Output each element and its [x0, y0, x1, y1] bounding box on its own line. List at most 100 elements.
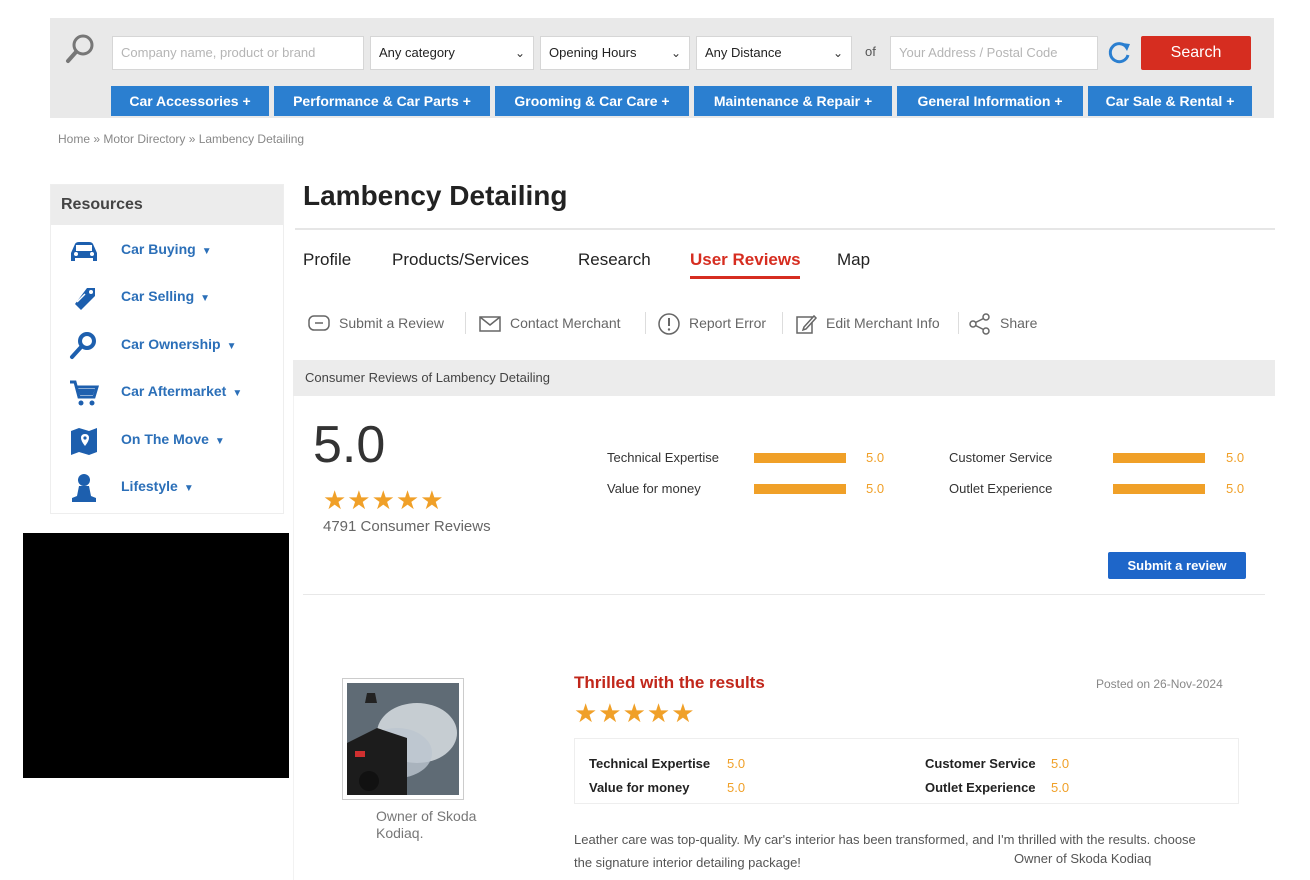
chevron-down-icon: ⌄	[670, 46, 681, 60]
category-tab-maintenance[interactable]: Maintenance & Repair +	[694, 86, 892, 116]
reviewer-owner-label: Owner of Skoda Kodiaq.	[376, 808, 477, 841]
metric-label: Technical Expertise	[607, 450, 719, 465]
category-tab-car-sale[interactable]: Car Sale & Rental +	[1088, 86, 1252, 116]
sidebar-item-car-buying[interactable]: Car Buying ▼	[67, 235, 277, 267]
metric-bar	[1113, 453, 1205, 463]
contact-merchant-action[interactable]: Contact Merchant	[478, 310, 621, 336]
edit-icon	[796, 315, 818, 335]
review-metric-label: Customer Service	[925, 756, 1036, 771]
overall-star-rating: ★★★★★	[323, 485, 445, 515]
category-tab-grooming[interactable]: Grooming & Car Care +	[495, 86, 689, 116]
chevron-down-icon: ⌄	[514, 46, 525, 60]
review-metric-label: Technical Expertise	[589, 756, 711, 771]
key-icon	[70, 332, 96, 359]
sidebar-item-label: Car Selling ▼	[121, 288, 211, 304]
opening-hours-value: Opening Hours	[549, 45, 637, 60]
review-metric-value: 5.0	[1051, 780, 1070, 795]
exclamation-icon	[658, 313, 680, 336]
sidebar-item-label: On The Move ▼	[121, 431, 225, 447]
review-metrics-box: Technical Expertise 5.0 Customer Service…	[574, 738, 1239, 804]
sidebar-item-label: Lifestyle ▼	[121, 478, 194, 494]
resources-sidebar: Resources Car Buying ▼ Car Selling ▼ Car O…	[50, 184, 284, 514]
tab-products-services[interactable]: Products/Services	[392, 250, 529, 270]
overall-score: 5.0	[313, 416, 386, 474]
share-action[interactable]: Share	[968, 310, 1037, 336]
metric-value: 5.0	[1226, 481, 1245, 496]
opening-hours-select[interactable]: Opening Hours ⌄	[540, 36, 690, 70]
chevron-down-icon: ⌄	[832, 46, 843, 60]
redacted-block	[23, 533, 289, 778]
sidebar-item-label: Car Buying ▼	[121, 241, 212, 257]
sidebar-item-car-ownership[interactable]: Car Ownership ▼	[67, 330, 277, 362]
review-metric-label: Outlet Experience	[925, 780, 1036, 795]
metric-bar	[1113, 484, 1205, 494]
map-icon	[71, 428, 97, 455]
car-photo-image	[347, 683, 459, 795]
sidebar-item-label: Car Aftermarket ▼	[121, 383, 243, 399]
of-label: of	[865, 44, 876, 59]
action-label: Share	[1000, 315, 1038, 331]
keyword-input[interactable]: Company name, product or brand	[112, 36, 364, 70]
category-tab-car-accessories[interactable]: Car Accessories +	[111, 86, 269, 116]
action-separator	[782, 312, 783, 334]
car-photo-drawing	[347, 683, 459, 795]
category-tab-general-info[interactable]: General Information +	[897, 86, 1083, 116]
title-divider	[295, 228, 1275, 230]
action-separator	[958, 312, 959, 334]
page-title: Lambency Detailing	[303, 180, 568, 211]
tag-icon	[75, 288, 95, 310]
review-metric-value: 5.0	[727, 780, 746, 795]
envelope-icon	[479, 316, 501, 333]
address-input[interactable]: Your Address / Postal Code	[890, 36, 1098, 70]
category-select-value: Any category	[379, 45, 455, 60]
action-separator	[465, 312, 466, 334]
review-title: Thrilled with the results	[574, 673, 765, 692]
category-tab-performance[interactable]: Performance & Car Parts +	[274, 86, 490, 116]
metric-bar	[754, 453, 846, 463]
tab-map[interactable]: Map	[837, 250, 870, 270]
refresh-icon[interactable]	[1106, 40, 1132, 66]
share-icon	[969, 313, 990, 336]
metric-bar	[754, 484, 846, 494]
sidebar-title: Resources	[51, 185, 283, 225]
metric-value: 5.0	[866, 481, 885, 496]
report-error-action[interactable]: Report Error	[657, 310, 766, 336]
action-label: Report Error	[689, 315, 767, 331]
distance-select-value: Any Distance	[705, 45, 782, 60]
action-separator	[645, 312, 646, 334]
active-tab-indicator	[690, 276, 800, 279]
tab-research[interactable]: Research	[578, 250, 651, 270]
action-label: Contact Merchant	[510, 315, 621, 331]
category-select[interactable]: Any category ⌄	[370, 36, 534, 70]
person-icon	[72, 474, 96, 502]
sidebar-item-car-selling[interactable]: Car Selling ▼	[67, 282, 277, 314]
metric-value: 5.0	[866, 450, 885, 465]
metric-label: Outlet Experience	[949, 481, 1053, 496]
sidebar-item-on-the-move[interactable]: On The Move ▼	[67, 425, 277, 457]
tab-user-reviews[interactable]: User Reviews	[690, 250, 801, 270]
review-star-rating: ★★★★★	[574, 698, 696, 728]
chat-bubble-icon	[308, 315, 330, 332]
metric-label: Customer Service	[949, 450, 1053, 465]
tab-profile[interactable]: Profile	[303, 250, 351, 270]
car-icon	[71, 242, 97, 261]
submit-a-review-action[interactable]: Submit a Review	[307, 310, 444, 336]
edit-merchant-info-action[interactable]: Edit Merchant Info	[794, 310, 940, 336]
search-button[interactable]: Search	[1141, 36, 1251, 70]
sidebar-item-car-aftermarket[interactable]: Car Aftermarket ▼	[67, 377, 277, 409]
sidebar-item-lifestyle[interactable]: Lifestyle ▼	[67, 472, 277, 504]
distance-select[interactable]: Any Distance ⌄	[696, 36, 852, 70]
review-metric-label: Value for money	[589, 780, 690, 795]
breadcrumb[interactable]: Home » Motor Directory » Lambency Detail…	[58, 132, 304, 146]
review-metric-value: 5.0	[727, 756, 746, 771]
sidebar-item-label: Car Ownership ▼	[121, 336, 237, 352]
metric-label: Value for money	[607, 481, 701, 496]
section-divider	[303, 594, 1265, 595]
reviews-section-header: Consumer Reviews of Lambency Detailing	[293, 360, 1275, 396]
search-icon[interactable]	[64, 32, 98, 66]
action-label: Submit a Review	[339, 315, 445, 331]
reviewer-photo[interactable]	[342, 678, 464, 800]
review-count: 4791 Consumer Reviews	[323, 518, 491, 535]
metric-value: 5.0	[1226, 450, 1245, 465]
submit-review-button[interactable]: Submit a review	[1108, 552, 1246, 579]
